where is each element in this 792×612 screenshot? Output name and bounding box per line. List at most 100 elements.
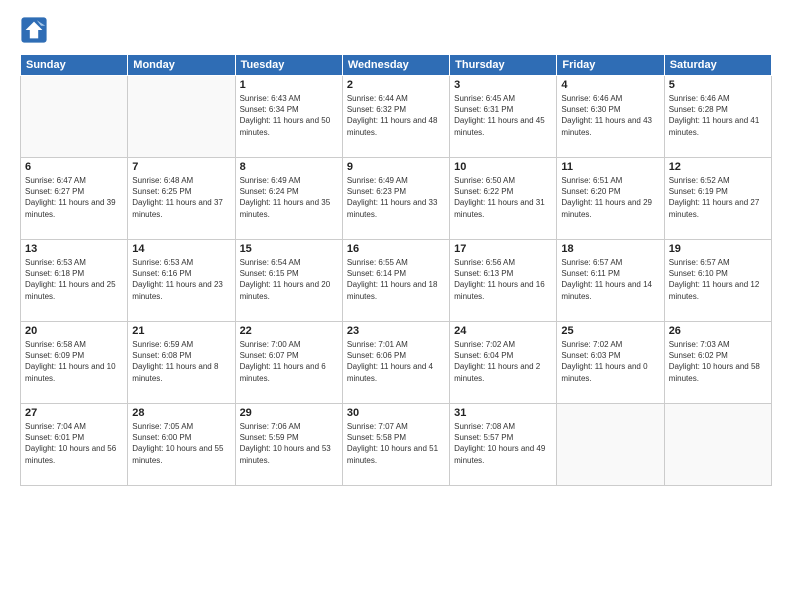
day-info: Sunrise: 6:45 AM Sunset: 6:31 PM Dayligh… xyxy=(454,93,552,138)
day-number: 23 xyxy=(347,325,445,337)
calendar-cell xyxy=(21,76,128,158)
day-number: 17 xyxy=(454,243,552,255)
logo xyxy=(20,16,52,44)
calendar-cell: 26 Sunrise: 7:03 AM Sunset: 6:02 PM Dayli… xyxy=(664,322,771,404)
day-info: Sunrise: 6:58 AM Sunset: 6:09 PM Dayligh… xyxy=(25,339,123,384)
day-number: 11 xyxy=(561,161,659,173)
day-info: Sunrise: 7:04 AM Sunset: 6:01 PM Dayligh… xyxy=(25,421,123,466)
day-info: Sunrise: 6:52 AM Sunset: 6:19 PM Dayligh… xyxy=(669,175,767,220)
calendar-cell: 25 Sunrise: 7:02 AM Sunset: 6:03 PM Dayli… xyxy=(557,322,664,404)
calendar-cell: 23 Sunrise: 7:01 AM Sunset: 6:06 PM Dayli… xyxy=(342,322,449,404)
day-info: Sunrise: 7:08 AM Sunset: 5:57 PM Dayligh… xyxy=(454,421,552,466)
day-number: 13 xyxy=(25,243,123,255)
calendar-week-row: 6 Sunrise: 6:47 AM Sunset: 6:27 PM Daylig… xyxy=(21,158,772,240)
calendar-week-row: 27Sunrise: 7:04 AM Sunset: 6:01 PM Dayli… xyxy=(21,404,772,486)
day-number: 28 xyxy=(132,407,230,419)
day-number: 2 xyxy=(347,79,445,91)
calendar-cell: 6 Sunrise: 6:47 AM Sunset: 6:27 PM Daylig… xyxy=(21,158,128,240)
calendar-week-row: 20 Sunrise: 6:58 AM Sunset: 6:09 PM Dayli… xyxy=(21,322,772,404)
calendar-cell: 18 Sunrise: 6:57 AM Sunset: 6:11 PM Dayli… xyxy=(557,240,664,322)
calendar-header-saturday: Saturday xyxy=(664,55,771,76)
day-number: 26 xyxy=(669,325,767,337)
day-number: 29 xyxy=(240,407,338,419)
day-info: Sunrise: 6:55 AM Sunset: 6:14 PM Dayligh… xyxy=(347,257,445,302)
day-info: Sunrise: 6:43 AM Sunset: 6:34 PM Dayligh… xyxy=(240,93,338,138)
calendar-cell: 20 Sunrise: 6:58 AM Sunset: 6:09 PM Dayli… xyxy=(21,322,128,404)
calendar-cell: 3 Sunrise: 6:45 AM Sunset: 6:31 PM Daylig… xyxy=(450,76,557,158)
day-info: Sunrise: 6:59 AM Sunset: 6:08 PM Dayligh… xyxy=(132,339,230,384)
calendar-cell: 17Sunrise: 6:56 AM Sunset: 6:13 PM Dayli… xyxy=(450,240,557,322)
calendar-table: SundayMondayTuesdayWednesdayThursdayFrid… xyxy=(20,54,772,486)
day-number: 21 xyxy=(132,325,230,337)
calendar-cell: 29 Sunrise: 7:06 AM Sunset: 5:59 PM Dayli… xyxy=(235,404,342,486)
day-info: Sunrise: 7:02 AM Sunset: 6:03 PM Dayligh… xyxy=(561,339,659,384)
day-info: Sunrise: 6:46 AM Sunset: 6:30 PM Dayligh… xyxy=(561,93,659,138)
day-number: 20 xyxy=(25,325,123,337)
day-info: Sunrise: 6:46 AM Sunset: 6:28 PM Dayligh… xyxy=(669,93,767,138)
calendar-header-friday: Friday xyxy=(557,55,664,76)
day-number: 15 xyxy=(240,243,338,255)
calendar-cell: 27Sunrise: 7:04 AM Sunset: 6:01 PM Dayli… xyxy=(21,404,128,486)
calendar-cell: 11 Sunrise: 6:51 AM Sunset: 6:20 PM Dayli… xyxy=(557,158,664,240)
day-info: Sunrise: 6:53 AM Sunset: 6:16 PM Dayligh… xyxy=(132,257,230,302)
calendar-cell: 22 Sunrise: 7:00 AM Sunset: 6:07 PM Dayli… xyxy=(235,322,342,404)
day-number: 14 xyxy=(132,243,230,255)
day-info: Sunrise: 6:57 AM Sunset: 6:11 PM Dayligh… xyxy=(561,257,659,302)
day-number: 18 xyxy=(561,243,659,255)
header xyxy=(20,16,772,44)
day-info: Sunrise: 7:03 AM Sunset: 6:02 PM Dayligh… xyxy=(669,339,767,384)
calendar-cell: 1 Sunrise: 6:43 AM Sunset: 6:34 PM Daylig… xyxy=(235,76,342,158)
calendar-cell: 24Sunrise: 7:02 AM Sunset: 6:04 PM Dayli… xyxy=(450,322,557,404)
calendar-week-row: 1 Sunrise: 6:43 AM Sunset: 6:34 PM Daylig… xyxy=(21,76,772,158)
day-number: 4 xyxy=(561,79,659,91)
day-info: Sunrise: 6:50 AM Sunset: 6:22 PM Dayligh… xyxy=(454,175,552,220)
calendar-cell: 10 Sunrise: 6:50 AM Sunset: 6:22 PM Dayli… xyxy=(450,158,557,240)
calendar-header-sunday: Sunday xyxy=(21,55,128,76)
day-info: Sunrise: 7:01 AM Sunset: 6:06 PM Dayligh… xyxy=(347,339,445,384)
day-number: 16 xyxy=(347,243,445,255)
day-number: 8 xyxy=(240,161,338,173)
day-number: 1 xyxy=(240,79,338,91)
day-info: Sunrise: 7:00 AM Sunset: 6:07 PM Dayligh… xyxy=(240,339,338,384)
day-info: Sunrise: 6:54 AM Sunset: 6:15 PM Dayligh… xyxy=(240,257,338,302)
calendar-cell: 12 Sunrise: 6:52 AM Sunset: 6:19 PM Dayli… xyxy=(664,158,771,240)
day-info: Sunrise: 6:51 AM Sunset: 6:20 PM Dayligh… xyxy=(561,175,659,220)
day-number: 12 xyxy=(669,161,767,173)
calendar-cell: 15 Sunrise: 6:54 AM Sunset: 6:15 PM Dayli… xyxy=(235,240,342,322)
calendar-cell: 4 Sunrise: 6:46 AM Sunset: 6:30 PM Daylig… xyxy=(557,76,664,158)
day-number: 25 xyxy=(561,325,659,337)
day-info: Sunrise: 6:44 AM Sunset: 6:32 PM Dayligh… xyxy=(347,93,445,138)
day-number: 5 xyxy=(669,79,767,91)
day-number: 6 xyxy=(25,161,123,173)
calendar-cell xyxy=(128,76,235,158)
logo-icon xyxy=(20,16,48,44)
day-number: 30 xyxy=(347,407,445,419)
day-info: Sunrise: 6:53 AM Sunset: 6:18 PM Dayligh… xyxy=(25,257,123,302)
calendar-header-row: SundayMondayTuesdayWednesdayThursdayFrid… xyxy=(21,55,772,76)
day-info: Sunrise: 6:47 AM Sunset: 6:27 PM Dayligh… xyxy=(25,175,123,220)
day-number: 3 xyxy=(454,79,552,91)
day-info: Sunrise: 6:49 AM Sunset: 6:24 PM Dayligh… xyxy=(240,175,338,220)
calendar-cell: 13 Sunrise: 6:53 AM Sunset: 6:18 PM Dayli… xyxy=(21,240,128,322)
calendar-cell: 31 Sunrise: 7:08 AM Sunset: 5:57 PM Dayli… xyxy=(450,404,557,486)
day-number: 22 xyxy=(240,325,338,337)
page: SundayMondayTuesdayWednesdayThursdayFrid… xyxy=(0,0,792,612)
calendar-header-monday: Monday xyxy=(128,55,235,76)
calendar-cell: 8 Sunrise: 6:49 AM Sunset: 6:24 PM Daylig… xyxy=(235,158,342,240)
calendar-cell xyxy=(557,404,664,486)
calendar-cell: 2 Sunrise: 6:44 AM Sunset: 6:32 PM Daylig… xyxy=(342,76,449,158)
day-number: 19 xyxy=(669,243,767,255)
day-number: 24 xyxy=(454,325,552,337)
day-info: Sunrise: 6:49 AM Sunset: 6:23 PM Dayligh… xyxy=(347,175,445,220)
day-number: 31 xyxy=(454,407,552,419)
calendar-cell: 9Sunrise: 6:49 AM Sunset: 6:23 PM Daylig… xyxy=(342,158,449,240)
day-info: Sunrise: 7:07 AM Sunset: 5:58 PM Dayligh… xyxy=(347,421,445,466)
day-info: Sunrise: 6:57 AM Sunset: 6:10 PM Dayligh… xyxy=(669,257,767,302)
calendar-cell: 30 Sunrise: 7:07 AM Sunset: 5:58 PM Dayli… xyxy=(342,404,449,486)
calendar-cell xyxy=(664,404,771,486)
calendar-week-row: 13 Sunrise: 6:53 AM Sunset: 6:18 PM Dayli… xyxy=(21,240,772,322)
day-info: Sunrise: 7:06 AM Sunset: 5:59 PM Dayligh… xyxy=(240,421,338,466)
calendar-cell: 7Sunrise: 6:48 AM Sunset: 6:25 PM Daylig… xyxy=(128,158,235,240)
day-number: 10 xyxy=(454,161,552,173)
calendar-header-thursday: Thursday xyxy=(450,55,557,76)
